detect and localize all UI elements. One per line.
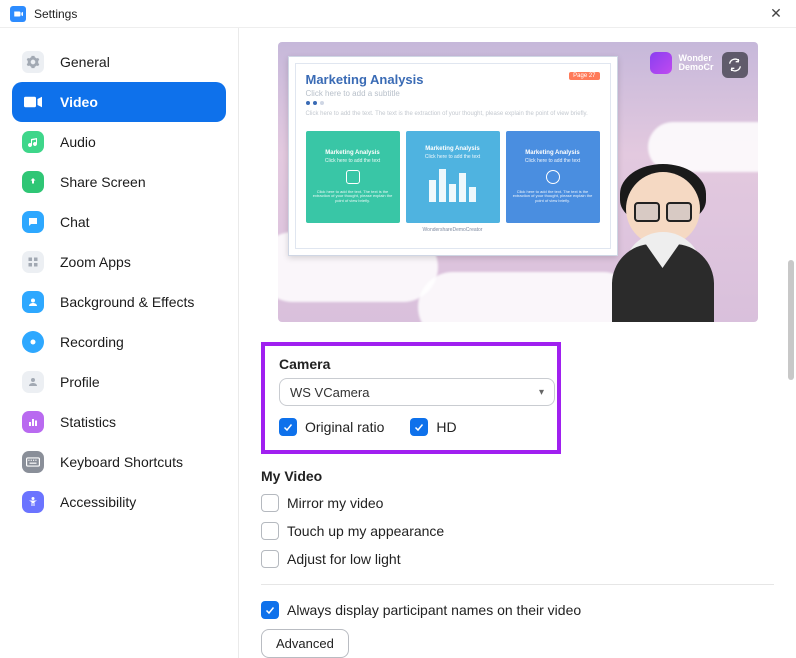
checkbox-checked-icon [279,418,297,436]
sidebar-item-zoom-apps[interactable]: Zoom Apps [12,242,226,282]
statistics-icon [22,411,44,433]
camera-select-value: WS VCamera [290,385,369,400]
sidebar-item-share-screen[interactable]: Share Screen [12,162,226,202]
checkbox-label: Always display participant names on thei… [287,602,581,618]
sidebar-item-general[interactable]: General [12,42,226,82]
checkbox-checked-icon [261,601,279,619]
chevron-down-icon: ▾ [539,387,544,398]
sidebar-item-chat[interactable]: Chat [12,202,226,242]
sidebar-item-label: General [60,54,110,70]
slide-desc: Click here to add the text. The text is … [306,111,600,119]
card-sub: Click here to add the text [525,158,580,164]
sidebar-item-statistics[interactable]: Statistics [12,402,226,442]
slide-footer: WondershareDemoCreator [306,227,600,233]
sidebar-item-keyboard-shortcuts[interactable]: Keyboard Shortcuts [12,442,226,482]
accessibility-icon [22,491,44,513]
video-preview: Page 27 Marketing Analysis Click here to… [278,42,758,322]
participant-names-checkbox[interactable]: Always display participant names on thei… [261,601,774,619]
window-title: Settings [34,7,77,21]
clock-icon [546,170,560,184]
checkbox-label: Original ratio [305,419,384,435]
checkbox-label: HD [436,419,456,435]
avatar-body [604,232,722,322]
avatar-glasses [634,202,692,220]
my-video-section: My Video Mirror my video Touch up my app… [261,468,774,568]
sidebar-item-label: Background & Effects [60,294,194,310]
sidebar-item-label: Statistics [60,414,116,430]
share-screen-icon [22,171,44,193]
app-icon [10,6,26,22]
slide-card: Marketing Analysis Click here to add the… [306,131,400,223]
sidebar-item-label: Share Screen [60,174,146,190]
checkbox-label: Touch up my appearance [287,523,444,539]
settings-content: Page 27 Marketing Analysis Click here to… [239,28,796,658]
chat-icon [22,211,44,233]
sidebar-item-label: Audio [60,134,96,150]
scrollbar-thumb[interactable] [788,260,794,380]
camera-select[interactable]: WS VCamera ▾ [279,378,555,406]
sidebar-item-label: Keyboard Shortcuts [60,454,183,470]
checkbox-unchecked-icon [261,522,279,540]
sidebar-item-label: Accessibility [60,494,136,510]
sidebar-item-video[interactable]: Video [12,82,226,122]
sidebar-item-profile[interactable]: Profile [12,362,226,402]
card-title: Marketing Analysis [525,150,579,156]
video-icon [22,91,44,113]
settings-sidebar: General Video Audio Share Screen Chat [0,28,238,658]
slide-card: Marketing Analysis Click here to add the… [506,131,600,223]
sidebar-item-audio[interactable]: Audio [12,122,226,162]
checkbox-label: Adjust for low light [287,551,401,567]
slide-title: Marketing Analysis [306,72,600,87]
slide-subtitle: Click here to add a subtitle [306,89,600,98]
preview-slide: Page 27 Marketing Analysis Click here to… [288,56,618,256]
keyboard-icon [22,451,44,473]
checkbox-unchecked-icon [261,550,279,568]
sidebar-item-recording[interactable]: Recording [12,322,226,362]
slide-card: Marketing Analysis Click here to add the… [406,131,500,223]
camera-section-highlight: Camera WS VCamera ▾ Original ratio HD [261,342,561,454]
card-text: Click here to add the text. The text is … [310,190,396,204]
profile-icon [22,371,44,393]
checkbox-unchecked-icon [261,494,279,512]
apps-icon [22,251,44,273]
brand-logo-icon [650,52,672,74]
checkbox-label: Mirror my video [287,495,383,511]
checkbox-checked-icon [410,418,428,436]
sidebar-item-accessibility[interactable]: Accessibility [12,482,226,522]
sidebar-item-label: Recording [60,334,124,350]
low-light-checkbox[interactable]: Adjust for low light [261,550,774,568]
hd-checkbox[interactable]: HD [410,418,456,436]
sidebar-item-label: Profile [60,374,100,390]
card-sub: Click here to add the text [425,154,480,160]
divider [261,584,774,585]
brand-badge: Wonder DemoCr [650,52,713,74]
sidebar-item-label: Zoom Apps [60,254,131,270]
mirror-video-checkbox[interactable]: Mirror my video [261,494,774,512]
bar-chart-icon [429,166,476,202]
close-button[interactable]: ✕ [766,5,786,22]
card-title: Marketing Analysis [425,146,479,152]
slide-page-badge: Page 27 [569,72,599,80]
gear-icon [22,51,44,73]
card-text: Click here to add the text. The text is … [510,190,596,204]
rotate-camera-button[interactable] [722,52,748,78]
card-title: Marketing Analysis [325,150,379,156]
camera-section-label: Camera [279,356,543,372]
audio-icon [22,131,44,153]
advanced-button[interactable]: Advanced [261,629,349,658]
my-video-section-label: My Video [261,468,774,484]
sidebar-item-background-effects[interactable]: Background & Effects [12,282,226,322]
sidebar-item-label: Chat [60,214,90,230]
recording-icon [22,331,44,353]
sidebar-item-label: Video [60,94,98,110]
advanced-button-label: Advanced [276,636,334,651]
original-ratio-checkbox[interactable]: Original ratio [279,418,384,436]
monitor-icon [346,170,360,184]
titlebar: Settings ✕ [0,0,796,28]
touch-up-checkbox[interactable]: Touch up my appearance [261,522,774,540]
background-icon [22,291,44,313]
card-sub: Click here to add the text [325,158,380,164]
brand-text: DemoCr [678,63,713,72]
